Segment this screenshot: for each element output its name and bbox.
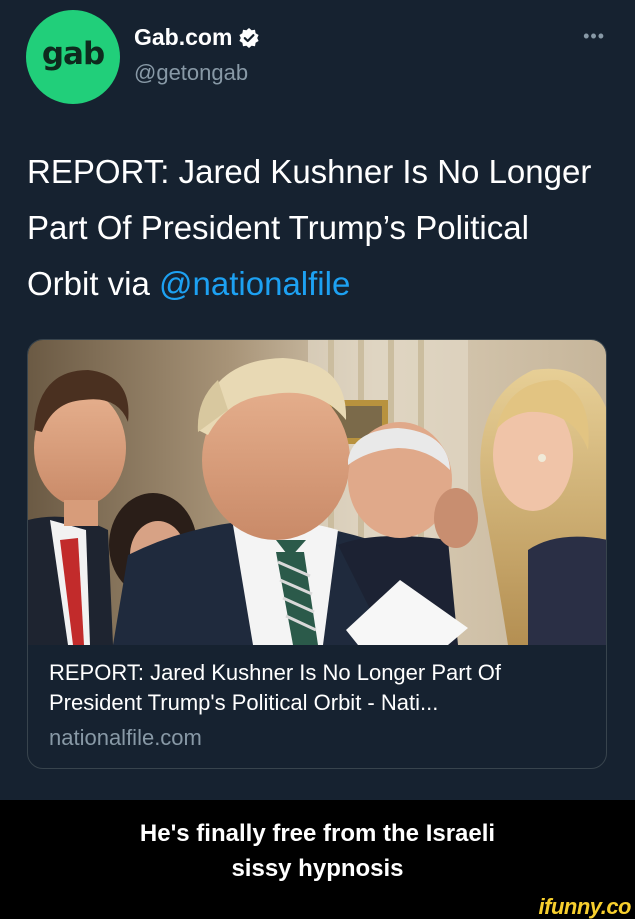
tweet-container: gab Gab.com @getongab ••• REPORT: Jared … xyxy=(0,0,635,800)
card-meta: REPORT: Jared Kushner Is No Longer Part … xyxy=(49,658,594,754)
avatar-logo-text: gab xyxy=(41,36,105,72)
card-domain: nationalfile.com xyxy=(49,725,202,750)
link-preview-card[interactable]: REPORT: Jared Kushner Is No Longer Part … xyxy=(27,339,607,769)
display-name[interactable]: Gab.com xyxy=(134,24,232,51)
caption-line-1: He's finally free from the Israeli xyxy=(139,820,496,847)
avatar[interactable]: gab xyxy=(26,10,120,104)
verified-badge-icon xyxy=(238,27,260,49)
user-handle[interactable]: @getongab xyxy=(134,60,248,86)
tweet-text: REPORT: Jared Kushner Is No Longer Part … xyxy=(27,144,607,312)
ifunny-watermark: ifunny.co xyxy=(538,894,632,919)
card-photo xyxy=(28,340,606,645)
author-name-row[interactable]: Gab.com xyxy=(134,24,260,51)
more-options-icon[interactable]: ••• xyxy=(583,26,605,47)
card-title[interactable]: REPORT: Jared Kushner Is No Longer Part … xyxy=(49,658,594,718)
caption-line-2: sissy hypnosis xyxy=(231,855,404,882)
mention-link[interactable]: @nationalfile xyxy=(159,265,350,302)
bottom-strip: ifunny.co xyxy=(0,894,635,919)
meme-caption: He's finally free from the Israeli sissy… xyxy=(0,816,635,886)
